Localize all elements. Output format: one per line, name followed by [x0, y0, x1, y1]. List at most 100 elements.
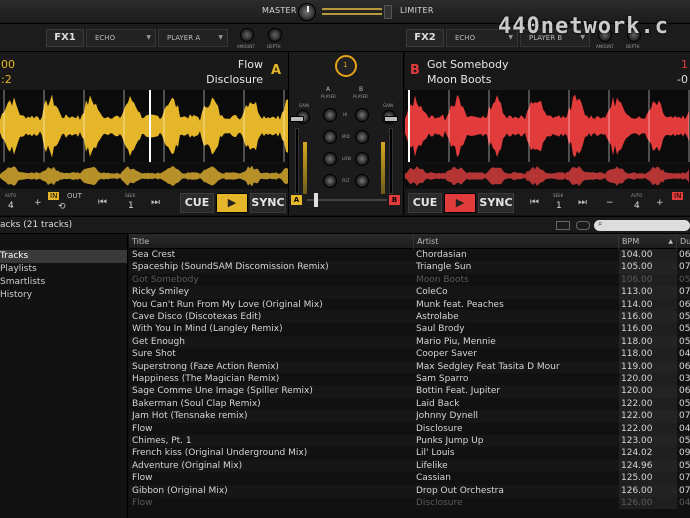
eq-b-hi-knob[interactable]: [355, 108, 369, 122]
deck-b-loop-in[interactable]: IN: [672, 192, 684, 200]
deck-b-seek-label: SEEK: [553, 193, 564, 198]
table-row[interactable]: Adventure (Original Mix) Lifelike 124.96 05: [129, 459, 690, 473]
table-row[interactable]: Flow Disclosure 122.00 04: [129, 422, 690, 435]
eq-a-low-knob[interactable]: [323, 152, 337, 166]
crossfader-track[interactable]: [307, 199, 387, 201]
waveform-shape: [0, 94, 288, 158]
sync-master-icon[interactable]: 1: [335, 55, 357, 77]
deck-b-seek-value[interactable]: 1: [556, 201, 562, 211]
table-row[interactable]: French kiss (Original Underground Mix) Li…: [129, 447, 690, 460]
toggle-view-icon[interactable]: [576, 221, 590, 230]
table-row[interactable]: Cave Disco (Discotexas Edit) Astrolabe 116…: [129, 311, 690, 324]
browser-header: acks (21 tracks) ⌕: [0, 216, 690, 234]
deck-a-title: Flow: [237, 58, 263, 71]
deck-a-play-button[interactable]: ▶: [216, 193, 248, 213]
track-count-label: acks (21 tracks): [0, 220, 73, 230]
column-artist[interactable]: Artist: [414, 234, 619, 249]
table-row[interactable]: Flow Disclosure 126.00 04: [129, 497, 690, 510]
cell-dur: 06: [679, 361, 690, 372]
column-duration[interactable]: Du: [677, 234, 690, 249]
deck-a-loop-value[interactable]: 4: [8, 201, 14, 211]
deck-a-overview[interactable]: [0, 164, 288, 188]
chevron-down-icon: ▼: [146, 34, 151, 41]
cell-artist: Sam Sparro: [416, 374, 469, 384]
channel-b-fader[interactable]: [389, 128, 393, 194]
filter-a-knob[interactable]: [323, 174, 337, 188]
table-row[interactable]: Jam Hot (Tensnake remix) Johnny Dynell 122…: [129, 410, 690, 423]
deck-a-sync-button[interactable]: SYNC: [250, 193, 286, 213]
deck-a-loop-label: AUTO: [5, 193, 17, 198]
loop-icon[interactable]: ⟲: [58, 202, 66, 212]
sidebar-item-playlists[interactable]: Playlists: [0, 263, 127, 276]
table-row[interactable]: Ricky Smiley ColeCo 113.00 07: [129, 286, 690, 299]
table-row[interactable]: You Can't Run From My Love (Original Mix…: [129, 298, 690, 311]
table-row[interactable]: Sea Crest Chordasian 104.00 06: [129, 249, 690, 262]
deck-a-loop-plus[interactable]: +: [34, 198, 42, 208]
deck-b-play-button[interactable]: ▶: [444, 193, 476, 213]
table-row[interactable]: Sure Shot Cooper Saver 118.00 04: [129, 348, 690, 361]
table-row[interactable]: Superstrong (Faze Action Remix) Max Sedgl…: [129, 360, 690, 373]
table-row[interactable]: With You In Mind (Langley Remix) Saul Bro…: [129, 323, 690, 336]
seek-back-icon[interactable]: ⏮: [98, 197, 107, 208]
seek-forward-icon[interactable]: ⏭: [578, 197, 587, 208]
seek-back-icon[interactable]: ⏮: [530, 197, 539, 208]
eq-a-hi-knob[interactable]: [323, 108, 337, 122]
waveform-shape: [405, 166, 689, 186]
fx1-amount-knob[interactable]: [240, 28, 254, 42]
deck-b-overview[interactable]: [405, 164, 690, 188]
cell-title: Bakerman (Soul Clap Remix): [132, 398, 261, 409]
sidebar-item-tracks[interactable]: Tracks: [0, 250, 127, 263]
deck-a-loop-out[interactable]: OUT: [67, 192, 82, 200]
cell-dur: 05: [679, 274, 690, 285]
filter-b-knob[interactable]: [355, 174, 369, 188]
master-volume-knob[interactable]: [298, 3, 316, 21]
sort-ascending-icon: ▲: [668, 238, 673, 245]
table-row[interactable]: Bakerman (Soul Clap Remix) Laid Back 122.0…: [129, 397, 690, 411]
seek-forward-icon[interactable]: ⏭: [151, 197, 160, 208]
eq-b-low-knob[interactable]: [355, 152, 369, 166]
table-row[interactable]: Spaceship (SoundSAM Discomission Remix) T…: [129, 261, 690, 274]
channel-b-fader-cap[interactable]: [384, 116, 398, 122]
table-row[interactable]: Got Somebody Moon Boots 106.00 05: [129, 273, 690, 287]
deck-a-cue-button[interactable]: CUE: [180, 193, 214, 213]
deck-b-loop-minus[interactable]: −: [606, 198, 614, 208]
fx1-button[interactable]: FX1: [46, 29, 84, 47]
deck-a-waveform-graphic: [0, 90, 288, 162]
crossfader-handle[interactable]: [314, 193, 318, 207]
crossfader-a-badge: A: [291, 195, 302, 205]
deck-b-loop-value[interactable]: 4: [634, 201, 640, 211]
channel-a-sub: PLAYER: [321, 94, 336, 99]
deck-b-waveform[interactable]: [405, 90, 690, 162]
sidebar-item-smartlists[interactable]: Smartlists: [0, 276, 127, 289]
cell-dur: 07: [679, 411, 690, 422]
eq-a-mid-knob[interactable]: [323, 130, 337, 144]
sidebar-item-history[interactable]: History: [0, 289, 127, 302]
chevron-down-icon: ▼: [218, 34, 223, 41]
fx1-effect-select[interactable]: ECHO ▼: [86, 29, 156, 47]
fx1-target-value: PLAYER A: [167, 34, 201, 42]
eq-b-mid-knob[interactable]: [355, 130, 369, 144]
channel-a-fader-cap[interactable]: [290, 116, 304, 122]
cell-title: Sage Comme Une Image (Spiller Remix): [132, 386, 313, 397]
deck-a-loop-in[interactable]: IN: [48, 192, 60, 200]
deck-b-loop-plus[interactable]: +: [656, 198, 664, 208]
fx1-target-select[interactable]: PLAYER A ▼: [158, 29, 228, 47]
table-row[interactable]: Happiness (The Magician Remix) Sam Sparro…: [129, 373, 690, 386]
channel-b-sub: PLAYER: [353, 94, 368, 99]
list-view-icon[interactable]: [556, 221, 570, 230]
table-row[interactable]: Get Enough Mario Piu, Mennie 118.00 05: [129, 335, 690, 349]
table-row[interactable]: Flow Cassian 125.00 07: [129, 472, 690, 485]
search-input[interactable]: ⌕: [594, 219, 690, 231]
fx1-depth-knob[interactable]: [268, 28, 282, 42]
column-bpm[interactable]: BPM ▲: [619, 234, 677, 249]
deck-a-waveform[interactable]: [0, 90, 288, 162]
table-row[interactable]: Gibbon (Original Mix) Drop Out Orchestra 1…: [129, 484, 690, 497]
fx2-button[interactable]: FX2: [406, 29, 444, 47]
column-title[interactable]: Title: [129, 234, 414, 249]
deck-b-sync-button[interactable]: SYNC: [478, 193, 514, 213]
channel-a-fader[interactable]: [295, 128, 299, 194]
table-row[interactable]: Sage Comme Une Image (Spiller Remix) Bott…: [129, 385, 690, 398]
deck-a-seek-value[interactable]: 1: [128, 201, 134, 211]
deck-b-cue-button[interactable]: CUE: [408, 193, 442, 213]
table-row[interactable]: Chimes, Pt. 1 Punks Jump Up 123.00 05: [129, 435, 690, 448]
